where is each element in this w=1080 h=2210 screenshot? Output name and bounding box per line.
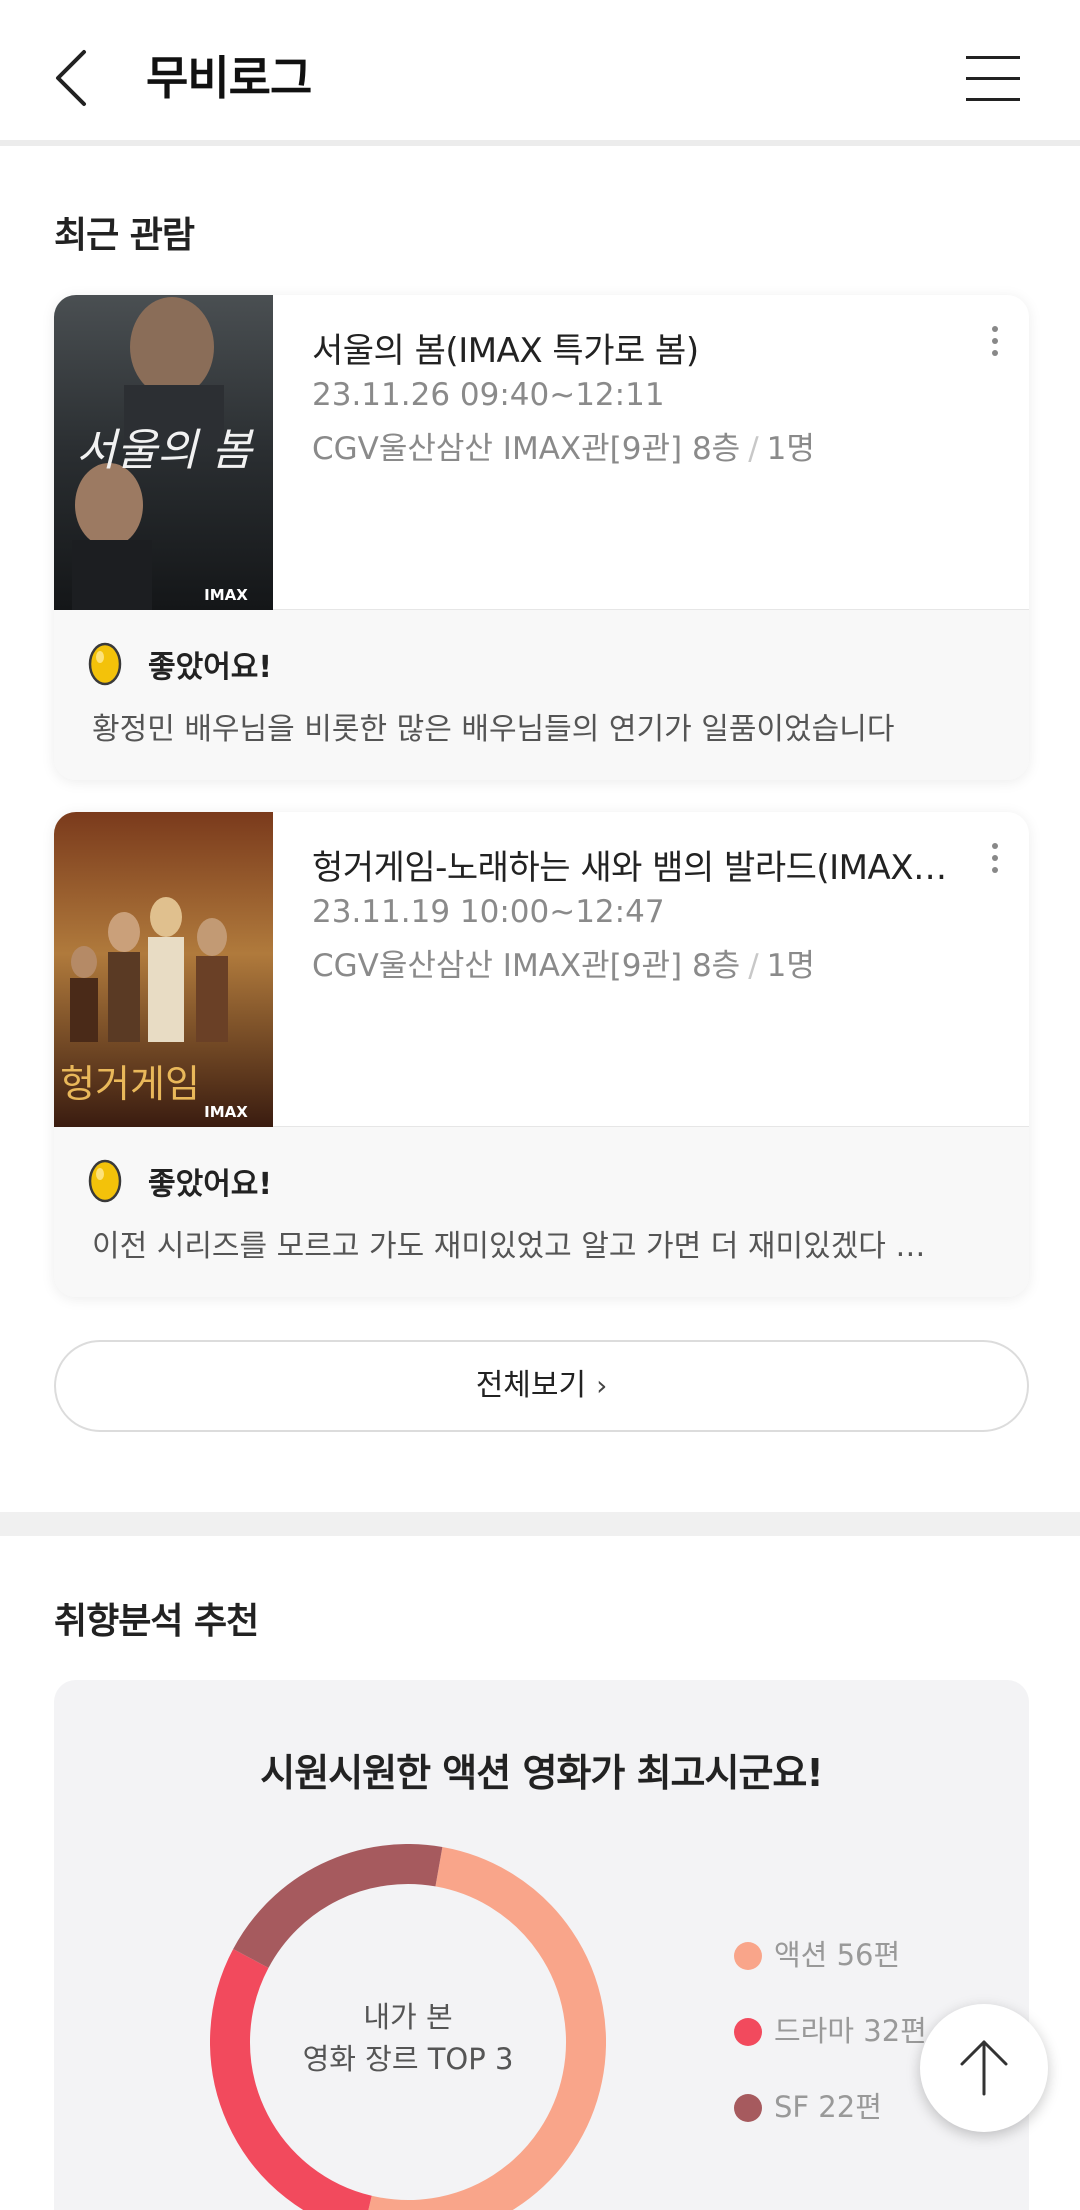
- section-divider: [0, 1512, 1080, 1536]
- golden-egg-icon: [88, 1159, 122, 1203]
- theater-info: CGV울산삼산 IMAX관[9관] 8층/1명: [312, 940, 815, 985]
- movie-title: 헝거게임-노래하는 새와 뱀의 발라드(IMAX…: [312, 848, 947, 888]
- app-header: 무비로그: [0, 0, 1080, 146]
- people-count: 1명: [766, 948, 815, 984]
- legend-label: 드라마 32편: [774, 2014, 927, 2048]
- watch-datetime: 23.11.26 09:40~12:11: [312, 377, 665, 413]
- menu-button[interactable]: [966, 54, 1022, 104]
- chevron-left-icon: [56, 50, 86, 106]
- hamburger-line: [966, 77, 1020, 80]
- more-options-button[interactable]: [985, 840, 1005, 880]
- poster-art: 헝거게임 IMAX: [54, 812, 273, 1127]
- theater-name: CGV울산삼산 IMAX관[9관] 8층: [312, 948, 741, 984]
- chevron-right-icon: ›: [596, 1369, 608, 1402]
- legend-item: SF 22편: [734, 2084, 927, 2160]
- review-rating-label: 좋았어요!: [148, 1167, 273, 1202]
- donut-center-line1: 내가 본: [363, 2000, 453, 2034]
- card-movie-info: 서울의 봄 IMAX 서울의 봄(IMAX 특가로 봄) 23.11.26 09…: [54, 295, 1029, 610]
- donut-center-label: 내가 본 영화 장르 TOP 3: [210, 1996, 606, 2080]
- taste-analysis-card: 시원시원한 액션 영화가 최고시군요! 내가 본 영화 장르 TOP 3 액션 …: [54, 1680, 1029, 2210]
- review-text: 이전 시리즈를 모르고 가도 재미있었고 알고 가면 더 재미있겠다 …: [92, 1229, 926, 1264]
- review-rating-label: 좋았어요!: [148, 650, 273, 685]
- donut-center-line2: 영화 장르 TOP 3: [302, 2042, 514, 2076]
- theater-name: CGV울산삼산 IMAX관[9관] 8층: [312, 431, 741, 467]
- hamburger-line: [966, 98, 1020, 101]
- legend-dot: [734, 2094, 762, 2122]
- movie-log-card[interactable]: 서울의 봄 IMAX 서울의 봄(IMAX 특가로 봄) 23.11.26 09…: [54, 295, 1029, 780]
- view-all-label: 전체보기: [475, 1368, 587, 1403]
- card-review: 좋았어요! 이전 시리즈를 모르고 가도 재미있었고 알고 가면 더 재미있겠다…: [54, 1127, 1029, 1297]
- more-vertical-icon: [985, 843, 1005, 873]
- movie-poster: 헝거게임 IMAX: [54, 812, 273, 1127]
- svg-text:서울의 봄: 서울의 봄: [76, 425, 254, 476]
- movie-poster: 서울의 봄 IMAX: [54, 295, 273, 610]
- separator: /: [748, 948, 759, 984]
- card-movie-info: 헝거게임 IMAX 헝거게임-노래하는 새와 뱀의 발라드(IMAX… 23.1…: [54, 812, 1029, 1127]
- poster-art: 서울의 봄 IMAX: [54, 295, 273, 610]
- view-all-button[interactable]: 전체보기 ›: [54, 1340, 1029, 1432]
- donut-segment-2: [233, 1844, 443, 1969]
- legend-label: 액션 56편: [774, 1938, 901, 1972]
- svg-text:헝거게임: 헝거게임: [60, 1062, 200, 1106]
- legend-dot: [734, 1942, 762, 1970]
- more-vertical-icon: [985, 326, 1005, 356]
- arrow-up-icon: [960, 2040, 1008, 2096]
- svg-text:IMAX: IMAX: [204, 586, 248, 604]
- movie-title: 서울의 봄(IMAX 특가로 봄): [312, 331, 699, 371]
- legend-label: SF 22편: [774, 2090, 882, 2124]
- section-title-analysis: 취향분석 추천: [54, 1601, 259, 1642]
- people-count: 1명: [766, 431, 815, 467]
- back-button[interactable]: [44, 40, 104, 116]
- page-title: 무비로그: [146, 51, 312, 105]
- legend-item: 액션 56편: [734, 1932, 927, 2008]
- legend-item: 드라마 32편: [734, 2008, 927, 2084]
- chart-legend: 액션 56편드라마 32편 SF 22편: [734, 1932, 927, 2160]
- legend-dot: [734, 2018, 762, 2046]
- review-text: 황정민 배우님을 비롯한 많은 배우님들의 연기가 일품이었습니다: [92, 712, 895, 747]
- hamburger-menu-icon: [966, 56, 1020, 59]
- golden-egg-icon: [88, 642, 122, 686]
- movie-log-card[interactable]: 헝거게임 IMAX 헝거게임-노래하는 새와 뱀의 발라드(IMAX… 23.1…: [54, 812, 1029, 1297]
- scroll-to-top-button[interactable]: [920, 2004, 1048, 2132]
- card-review: 좋았어요! 황정민 배우님을 비롯한 많은 배우님들의 연기가 일품이었습니다: [54, 610, 1029, 780]
- section-title-recent: 최근 관람: [54, 215, 195, 256]
- theater-info: CGV울산삼산 IMAX관[9관] 8층/1명: [312, 423, 815, 468]
- watch-datetime: 23.11.19 10:00~12:47: [312, 894, 665, 930]
- separator: /: [748, 431, 759, 467]
- more-options-button[interactable]: [985, 323, 1005, 363]
- analysis-headline: 시원시원한 액션 영화가 최고시군요!: [260, 1751, 823, 1795]
- svg-text:IMAX: IMAX: [204, 1103, 248, 1121]
